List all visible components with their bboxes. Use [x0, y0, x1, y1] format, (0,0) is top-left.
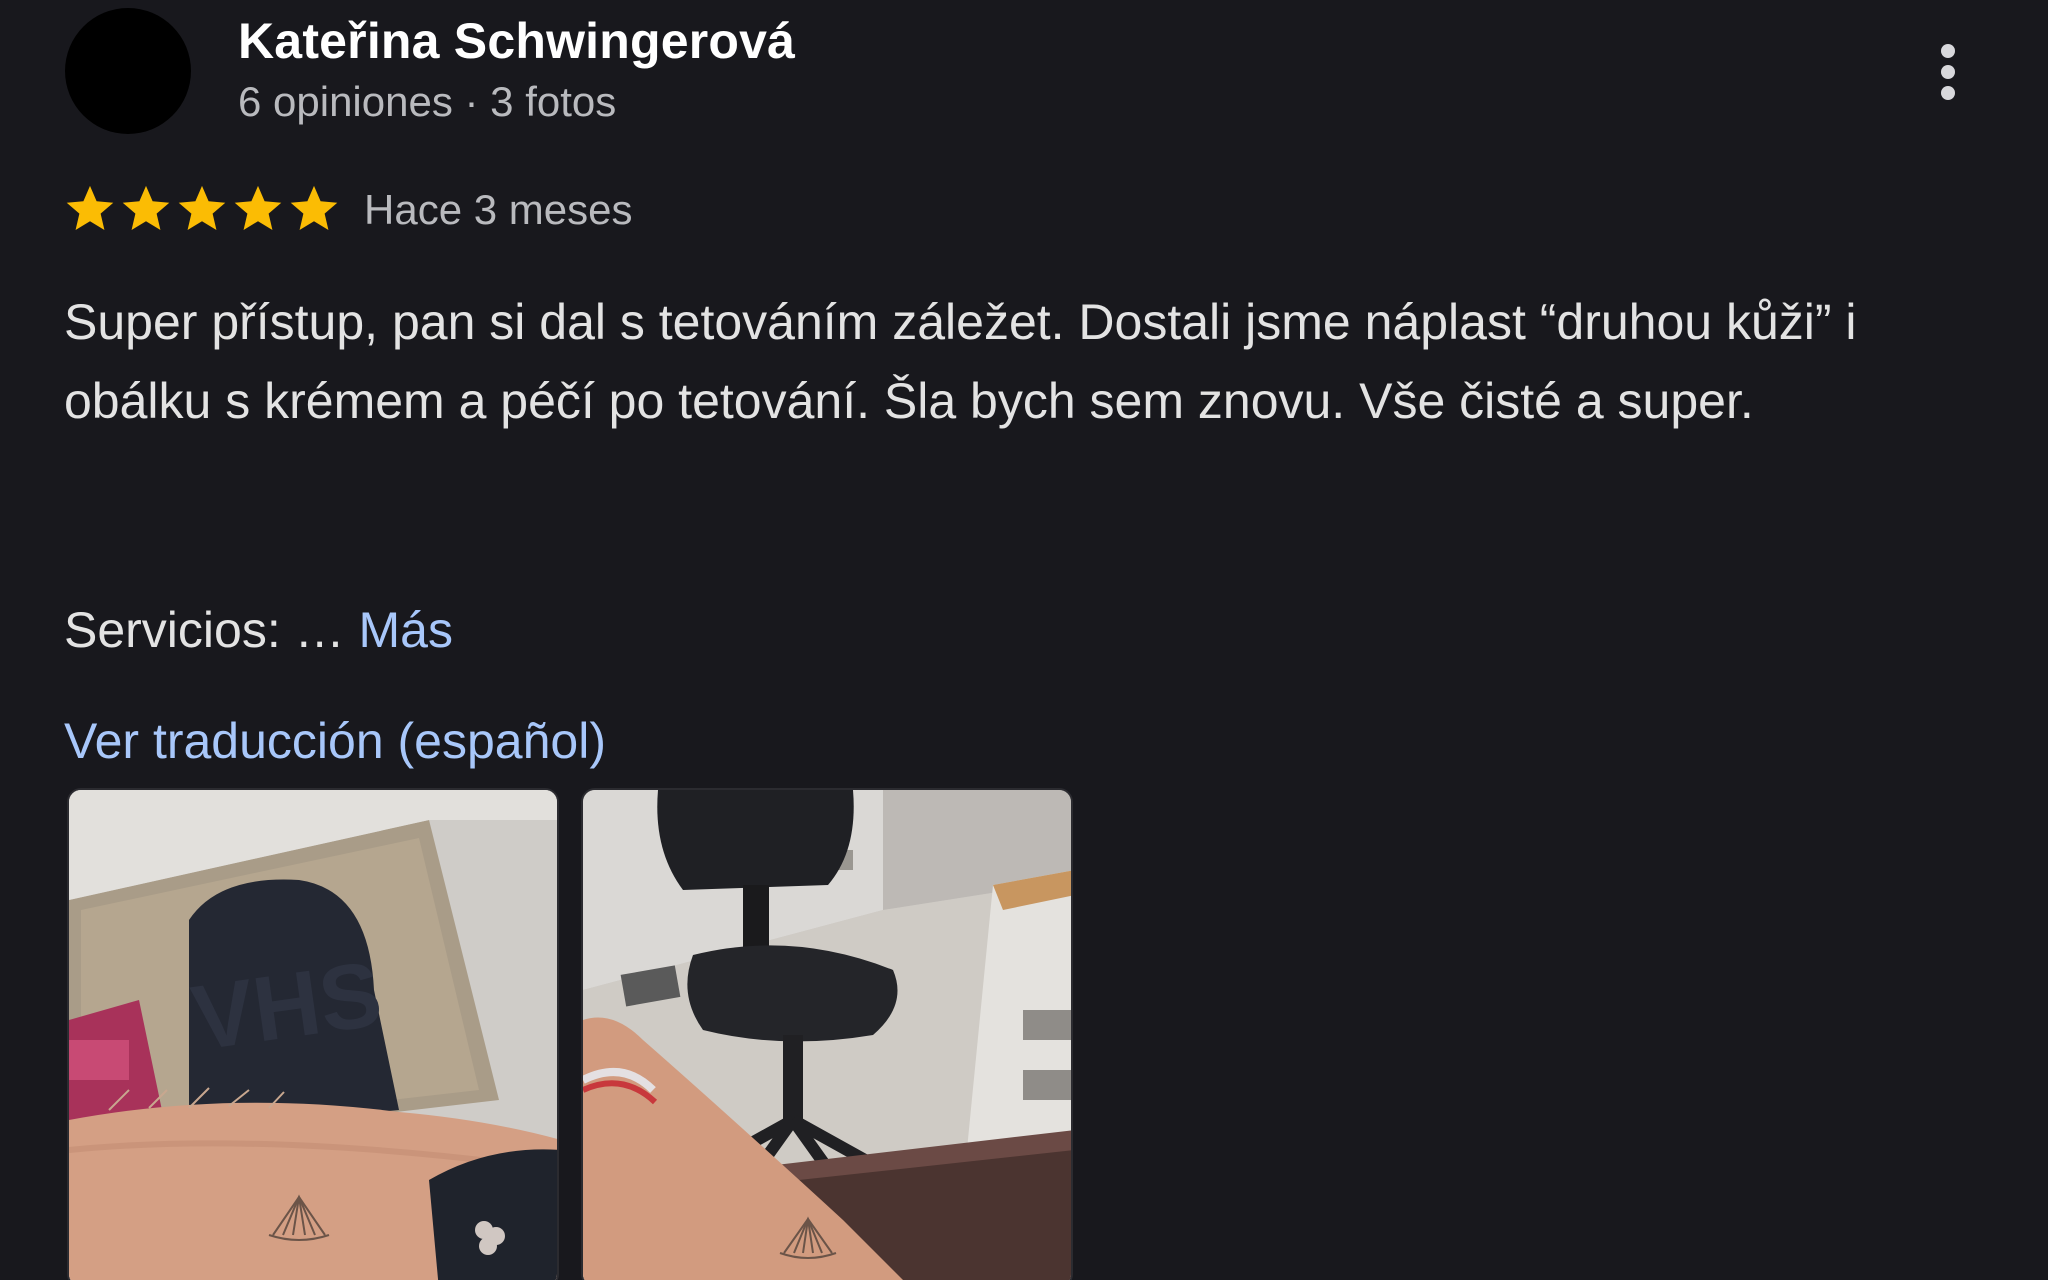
star-icon — [178, 185, 226, 230]
author-meta: 6 opiniones · 3 fotos — [238, 78, 617, 125]
review-date: Hace 3 meses — [364, 186, 633, 233]
star-rating — [64, 182, 340, 234]
star-icon — [122, 185, 170, 230]
review-photo-2[interactable] — [581, 788, 1073, 1280]
photo-2-image — [583, 790, 1071, 1280]
services-label: Servicios: … — [64, 602, 359, 658]
more-vert-icon[interactable] — [1918, 32, 1978, 112]
review-card: Kateřina Schwingerová 6 opiniones · 3 fo… — [0, 0, 2048, 1280]
review-text: Super přístup, pan si dal s tetováním zá… — [64, 294, 1857, 429]
review-photo-1[interactable]: VHS — [67, 788, 559, 1280]
star-icon — [290, 185, 338, 230]
author-name[interactable]: Kateřina Schwingerová — [238, 12, 795, 70]
star-icon — [234, 185, 282, 230]
more-link[interactable]: Más — [359, 602, 453, 658]
services-line: Servicios: … Más — [64, 601, 453, 659]
photo-1-image: VHS — [69, 790, 557, 1280]
author-avatar[interactable] — [65, 8, 191, 134]
see-translation-link[interactable]: Ver traducción (español) — [64, 712, 606, 770]
star-icon — [66, 185, 114, 230]
